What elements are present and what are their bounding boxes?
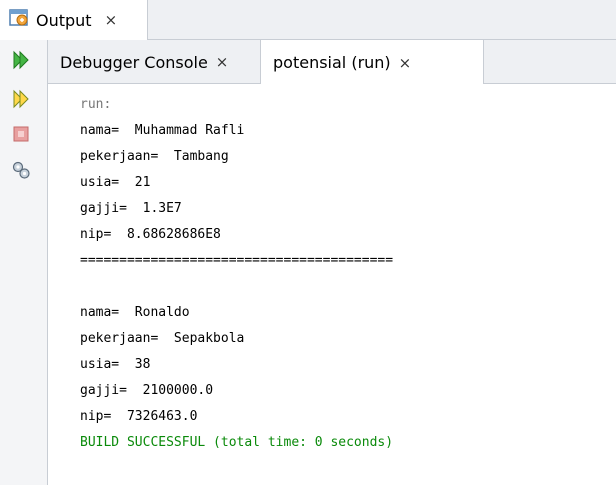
- tab-debugger-console[interactable]: Debugger Console ×: [48, 40, 260, 84]
- console-tabbar: Debugger Console × potensial (run) ×: [48, 40, 616, 85]
- stop-icon[interactable]: [8, 122, 34, 146]
- rerun-icon[interactable]: [8, 48, 34, 72]
- console-line: pekerjaan= Tambang: [80, 149, 229, 164]
- console-separator-line: ========================================: [80, 253, 394, 268]
- console-line: nama= Muhammad Rafli: [80, 123, 245, 138]
- settings-icon[interactable]: [8, 158, 34, 182]
- tab-debugger-console-label: Debugger Console: [60, 52, 208, 72]
- output-window-icon: [9, 9, 29, 31]
- console-line: nip= 8.68628686E8: [80, 227, 221, 242]
- output-toolbar: [0, 40, 48, 485]
- tab-potensial-run[interactable]: potensial (run) ×: [260, 40, 484, 85]
- console-line: usia= 38: [80, 357, 151, 372]
- console-output[interactable]: run: nama= Muhammad Rafli pekerjaan= Tam…: [48, 84, 616, 485]
- console-line: nip= 7326463.0: [80, 409, 198, 424]
- rerun-with-options-icon[interactable]: [8, 87, 34, 111]
- console-line: usia= 21: [80, 175, 151, 190]
- console-line: run:: [80, 97, 112, 112]
- close-icon[interactable]: ×: [105, 11, 118, 29]
- output-window-tab[interactable]: Output ×: [0, 0, 148, 40]
- console-line: gajji= 2100000.0: [80, 383, 214, 398]
- console-line: gajji= 1.3E7: [80, 201, 182, 216]
- console-line: pekerjaan= Sepakbola: [80, 331, 245, 346]
- tab-potensial-run-label: potensial (run): [273, 53, 391, 72]
- output-window-tabbar: Output ×: [0, 0, 616, 40]
- close-icon[interactable]: ×: [216, 53, 229, 71]
- close-icon[interactable]: ×: [399, 54, 412, 72]
- console-line: nama= Ronaldo: [80, 305, 190, 320]
- output-window-label: Output: [36, 10, 92, 30]
- build-status-line: BUILD SUCCESSFUL (total time: 0 seconds): [80, 435, 394, 450]
